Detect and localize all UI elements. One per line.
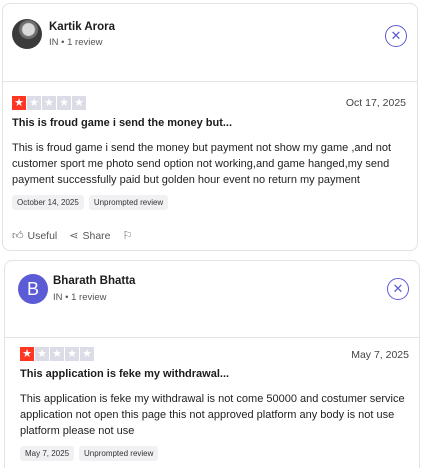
- share-button[interactable]: ⋖ Share: [69, 229, 111, 243]
- reviewer-name[interactable]: Kartik Arora: [49, 21, 115, 33]
- experience-date-badge: May 7, 2025: [20, 446, 75, 461]
- unprompted-badge: Unprompted review: [88, 195, 169, 210]
- thumbs-up-icon: 👍︎: [12, 230, 24, 242]
- star-icon: ★: [65, 347, 79, 361]
- review-title[interactable]: This application is feke my withdrawal..…: [20, 368, 229, 380]
- avatar[interactable]: B: [18, 274, 48, 304]
- review-title[interactable]: This is froud game i send the money but.…: [12, 117, 232, 129]
- review-body: This is froud game i send the money but …: [12, 142, 392, 186]
- star-icon: ★: [35, 347, 49, 361]
- report-button[interactable]: ⚐: [123, 229, 133, 242]
- reviewer-name[interactable]: Bharath Bhatta: [53, 275, 135, 287]
- review-body: This application is feke my withdrawal i…: [20, 393, 405, 437]
- star-icon: ★: [72, 96, 86, 110]
- star-icon: ★: [57, 96, 71, 110]
- review-card: B Bharath Bhatta IN • 1 review ✕ ★ ★ ★ ★…: [4, 260, 420, 468]
- share-label: Share: [82, 229, 111, 242]
- star-icon: ★: [80, 347, 94, 361]
- star-icon: ★: [42, 96, 56, 110]
- star-icon: ★: [27, 96, 41, 110]
- star-icon: ★: [12, 96, 26, 110]
- star-icon: ★: [50, 347, 64, 361]
- review-date: Oct 17, 2025: [345, 97, 406, 109]
- close-icon[interactable]: ✕: [385, 25, 407, 47]
- review-header: B Bharath Bhatta IN • 1 review ✕: [5, 261, 419, 338]
- star-rating: ★ ★ ★ ★ ★: [20, 347, 94, 361]
- review-actions: 👍︎ Useful ⋖ Share ⚐: [12, 229, 133, 243]
- useful-button[interactable]: 👍︎ Useful: [12, 229, 58, 243]
- review-card: Kartik Arora IN • 1 review ✕ ★ ★ ★ ★ ★ O…: [2, 3, 418, 251]
- share-icon: ⋖: [69, 230, 79, 242]
- close-icon[interactable]: ✕: [387, 278, 409, 300]
- reviewer-meta: IN • 1 review: [53, 292, 107, 303]
- experience-date-badge: October 14, 2025: [12, 195, 84, 210]
- star-icon: ★: [20, 347, 34, 361]
- flag-icon: ⚐: [122, 230, 133, 242]
- unprompted-badge: Unprompted review: [79, 446, 159, 461]
- useful-label: Useful: [27, 229, 58, 242]
- avatar[interactable]: [12, 19, 42, 49]
- review-chips: October 14, 2025 Unprompted review: [12, 195, 169, 210]
- reviewer-meta: IN • 1 review: [49, 37, 103, 48]
- star-rating: ★ ★ ★ ★ ★: [12, 96, 86, 110]
- review-chips: May 7, 2025 Unprompted review: [20, 446, 159, 461]
- review-date: May 7, 2025: [351, 349, 409, 361]
- review-header: Kartik Arora IN • 1 review ✕: [3, 4, 417, 82]
